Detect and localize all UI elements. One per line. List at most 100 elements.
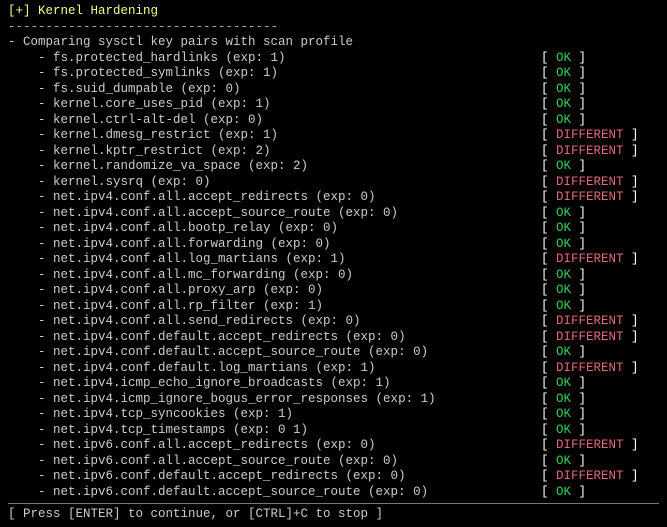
sysctl-key: - net.ipv4.icmp_echo_ignore_broadcasts (… [8,376,541,392]
list-item: - net.ipv4.conf.all.log_martians (exp: 1… [8,252,659,268]
sysctl-key: - net.ipv4.conf.all.accept_source_route … [8,206,541,222]
status-text: OK [556,376,571,390]
status-text: OK [556,159,571,173]
status-badge: [ OK ] [541,454,659,470]
status-text: DIFFERENT [556,314,624,328]
status-text: OK [556,237,571,251]
status-text: DIFFERENT [556,128,624,142]
status-text: OK [556,392,571,406]
list-item: - net.ipv4.conf.default.accept_redirects… [8,330,659,346]
sysctl-key: - kernel.ctrl-alt-del (exp: 0) [8,113,541,129]
prompt-footer[interactable]: [ Press [ENTER] to continue, or [CTRL]+C… [8,503,659,523]
sysctl-key: - fs.suid_dumpable (exp: 0) [8,82,541,98]
list-item: - kernel.sysrq (exp: 0)[ DIFFERENT ] [8,175,659,191]
status-text: OK [556,299,571,313]
status-badge: [ OK ] [541,423,659,439]
sysctl-key: - net.ipv4.conf.all.accept_redirects (ex… [8,190,541,206]
list-item: - kernel.ctrl-alt-del (exp: 0)[ OK ] [8,113,659,129]
status-badge: [ DIFFERENT ] [541,144,659,160]
list-item: - net.ipv6.conf.default.accept_redirects… [8,469,659,485]
sysctl-key: - kernel.sysrq (exp: 0) [8,175,541,191]
status-text: OK [556,423,571,437]
status-text: DIFFERENT [556,175,624,189]
status-text: OK [556,51,571,65]
status-badge: [ DIFFERENT ] [541,128,659,144]
sysctl-key: - net.ipv4.conf.all.send_redirects (exp:… [8,314,541,330]
status-text: OK [556,407,571,421]
list-item: - net.ipv6.conf.all.accept_source_route … [8,454,659,470]
list-item: - net.ipv4.conf.all.forwarding (exp: 0)[… [8,237,659,253]
section-header: [+] Kernel Hardening [8,4,659,20]
sysctl-key: - net.ipv4.conf.all.rp_filter (exp: 1) [8,299,541,315]
status-badge: [ OK ] [541,97,659,113]
subtitle: - Comparing sysctl key pairs with scan p… [8,35,659,51]
sysctl-key: - net.ipv4.conf.default.log_martians (ex… [8,361,541,377]
list-item: - net.ipv4.conf.all.rp_filter (exp: 1)[ … [8,299,659,315]
list-item: - net.ipv4.icmp_ignore_bogus_error_respo… [8,392,659,408]
status-badge: [ OK ] [541,392,659,408]
status-text: DIFFERENT [556,252,624,266]
status-badge: [ DIFFERENT ] [541,252,659,268]
sysctl-key: - kernel.kptr_restrict (exp: 2) [8,144,541,160]
sysctl-key: - net.ipv4.tcp_timestamps (exp: 0 1) [8,423,541,439]
sysctl-key: - net.ipv4.conf.all.log_martians (exp: 1… [8,252,541,268]
list-item: - fs.suid_dumpable (exp: 0)[ OK ] [8,82,659,98]
status-badge: [ OK ] [541,221,659,237]
status-text: OK [556,97,571,111]
status-text: OK [556,221,571,235]
status-text: OK [556,485,571,499]
list-item: - kernel.core_uses_pid (exp: 1)[ OK ] [8,97,659,113]
sysctl-key: - net.ipv4.conf.all.forwarding (exp: 0) [8,237,541,253]
list-item: - net.ipv4.conf.default.log_martians (ex… [8,361,659,377]
list-item: - net.ipv4.conf.default.accept_source_ro… [8,345,659,361]
sysctl-key: - fs.protected_hardlinks (exp: 1) [8,51,541,67]
sysctl-key: - net.ipv4.tcp_syncookies (exp: 1) [8,407,541,423]
list-item: - net.ipv4.tcp_syncookies (exp: 1)[ OK ] [8,407,659,423]
header-separator: ------------------------------------ [8,20,659,36]
sysctl-key: - net.ipv4.conf.default.accept_source_ro… [8,345,541,361]
sysctl-key: - net.ipv6.conf.default.accept_redirects… [8,469,541,485]
status-badge: [ OK ] [541,82,659,98]
status-text: DIFFERENT [556,144,624,158]
sysctl-key: - net.ipv6.conf.default.accept_source_ro… [8,485,541,501]
list-item: - kernel.dmesg_restrict (exp: 1)[ DIFFER… [8,128,659,144]
status-badge: [ OK ] [541,376,659,392]
list-item: - net.ipv4.conf.all.mc_forwarding (exp: … [8,268,659,284]
status-text: OK [556,206,571,220]
list-item: - net.ipv4.tcp_timestamps (exp: 0 1)[ OK… [8,423,659,439]
status-badge: [ OK ] [541,485,659,501]
list-item: - net.ipv6.conf.default.accept_source_ro… [8,485,659,501]
status-text: OK [556,345,571,359]
status-badge: [ OK ] [541,159,659,175]
status-badge: [ OK ] [541,113,659,129]
status-text: DIFFERENT [556,469,624,483]
sysctl-key: - net.ipv4.conf.all.proxy_arp (exp: 0) [8,283,541,299]
status-text: DIFFERENT [556,438,624,452]
sysctl-key: - kernel.randomize_va_space (exp: 2) [8,159,541,175]
status-text: OK [556,283,571,297]
sysctl-key: - net.ipv4.conf.all.mc_forwarding (exp: … [8,268,541,284]
list-item: - net.ipv4.conf.all.send_redirects (exp:… [8,314,659,330]
list-item: - net.ipv4.conf.all.accept_source_route … [8,206,659,222]
status-text: DIFFERENT [556,330,624,344]
list-item: - kernel.randomize_va_space (exp: 2)[ OK… [8,159,659,175]
status-badge: [ OK ] [541,66,659,82]
sysctl-key: - net.ipv4.conf.all.bootp_relay (exp: 0) [8,221,541,237]
status-badge: [ OK ] [541,407,659,423]
sysctl-list: - fs.protected_hardlinks (exp: 1)[ OK ] … [8,51,659,501]
status-badge: [ DIFFERENT ] [541,330,659,346]
status-badge: [ DIFFERENT ] [541,190,659,206]
status-badge: [ DIFFERENT ] [541,175,659,191]
sysctl-key: - kernel.dmesg_restrict (exp: 1) [8,128,541,144]
status-badge: [ OK ] [541,283,659,299]
status-text: OK [556,268,571,282]
status-text: OK [556,66,571,80]
list-item: - fs.protected_hardlinks (exp: 1)[ OK ] [8,51,659,67]
status-badge: [ OK ] [541,51,659,67]
status-badge: [ OK ] [541,268,659,284]
sysctl-key: - net.ipv6.conf.all.accept_source_route … [8,454,541,470]
list-item: - fs.protected_symlinks (exp: 1)[ OK ] [8,66,659,82]
status-badge: [ DIFFERENT ] [541,361,659,377]
list-item: - net.ipv4.conf.all.proxy_arp (exp: 0)[ … [8,283,659,299]
list-item: - net.ipv6.conf.all.accept_redirects (ex… [8,438,659,454]
